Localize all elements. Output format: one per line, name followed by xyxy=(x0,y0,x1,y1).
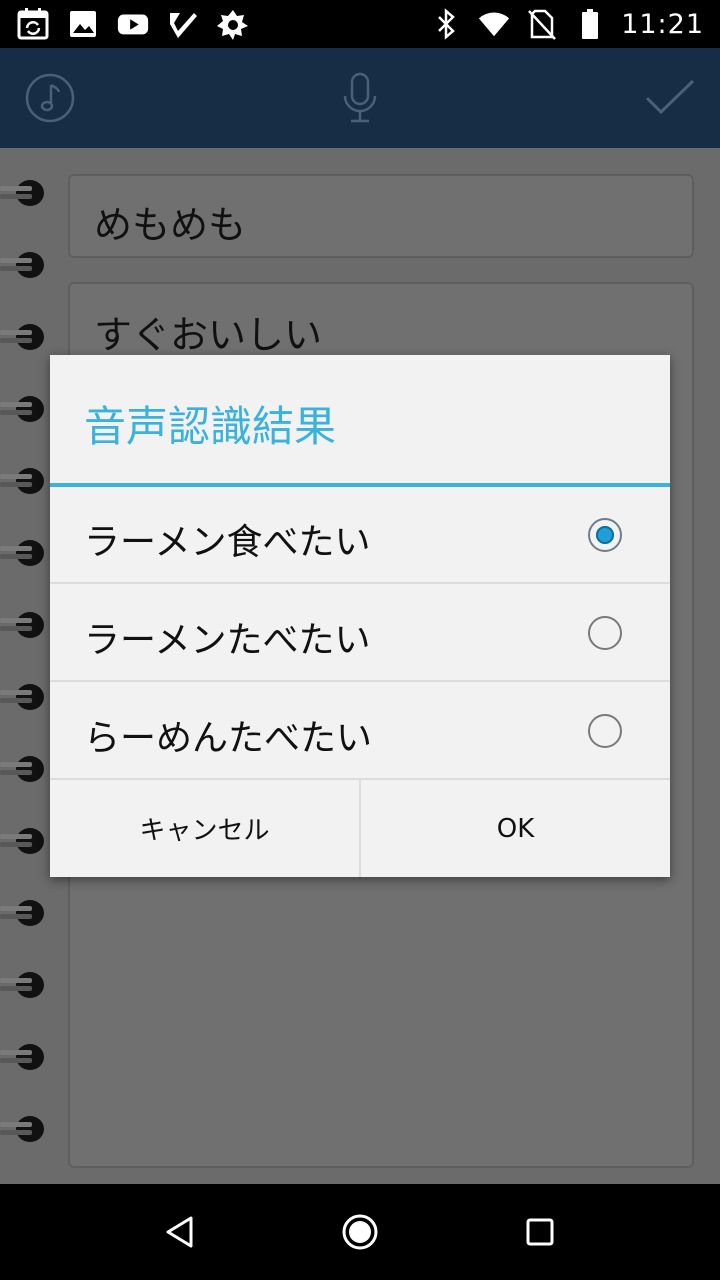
option-label: らーめんたべたい xyxy=(84,718,373,759)
memo-title-text: めもめも xyxy=(94,203,247,247)
result-option-3[interactable]: らーめんたべたい xyxy=(50,683,670,780)
speech-recognition-dialog: 音声認識結果 ラーメン食べたい ラーメンたべたい らーめんたべたい キャンセル … xyxy=(50,355,670,877)
radio-button[interactable] xyxy=(588,714,622,748)
binding-ring xyxy=(0,392,48,426)
binding-ring xyxy=(0,464,48,498)
memo-body-text: すぐおいしい xyxy=(94,313,323,357)
back-icon[interactable] xyxy=(150,1202,210,1262)
app-bar xyxy=(0,48,720,148)
result-option-1[interactable]: ラーメン食べたい xyxy=(50,487,670,584)
home-icon[interactable] xyxy=(330,1202,390,1262)
recents-icon[interactable] xyxy=(510,1202,570,1262)
radio-button[interactable] xyxy=(588,616,622,650)
radio-button-selected[interactable] xyxy=(588,518,622,552)
cancel-button[interactable]: キャンセル xyxy=(50,780,361,877)
status-bar: 11:21 xyxy=(0,0,720,48)
binding-ring xyxy=(0,896,48,930)
result-option-2[interactable]: ラーメンたべたい xyxy=(50,585,670,682)
music-note-icon[interactable] xyxy=(0,48,100,148)
bluetooth-icon xyxy=(429,7,463,41)
memo-title-field[interactable]: めもめも xyxy=(68,174,694,258)
binding-ring xyxy=(0,248,48,282)
no-sim-icon xyxy=(525,7,559,41)
dialog-buttons: キャンセル OK xyxy=(50,780,670,877)
wifi-icon xyxy=(477,7,511,41)
microphone-icon[interactable] xyxy=(310,48,410,148)
calendar-sync-icon xyxy=(16,7,50,41)
dialog-title: 音声認識結果 xyxy=(84,402,337,451)
checkmark-icon[interactable] xyxy=(620,48,720,148)
clock: 11:21 xyxy=(621,8,704,40)
battery-icon xyxy=(573,7,607,41)
binding-ring xyxy=(0,1112,48,1146)
binding-ring xyxy=(0,752,48,786)
navigation-bar xyxy=(0,1184,720,1280)
image-icon xyxy=(66,7,100,41)
ok-button[interactable]: OK xyxy=(361,780,670,877)
binding-ring xyxy=(0,320,48,354)
binding-ring xyxy=(0,608,48,642)
binding-ring xyxy=(0,176,48,210)
gear-app-icon xyxy=(216,7,250,41)
option-label: ラーメンたべたい xyxy=(84,620,371,661)
binding-ring xyxy=(0,680,48,714)
system-icons: 11:21 xyxy=(429,6,704,42)
binding-ring xyxy=(0,536,48,570)
option-label: ラーメン食べたい xyxy=(84,522,371,563)
binding-ring xyxy=(0,1040,48,1074)
youtube-icon xyxy=(116,7,150,41)
check-app-icon xyxy=(166,7,200,41)
notification-icons xyxy=(16,6,250,42)
binding-ring xyxy=(0,824,48,858)
binding-ring xyxy=(0,968,48,1002)
